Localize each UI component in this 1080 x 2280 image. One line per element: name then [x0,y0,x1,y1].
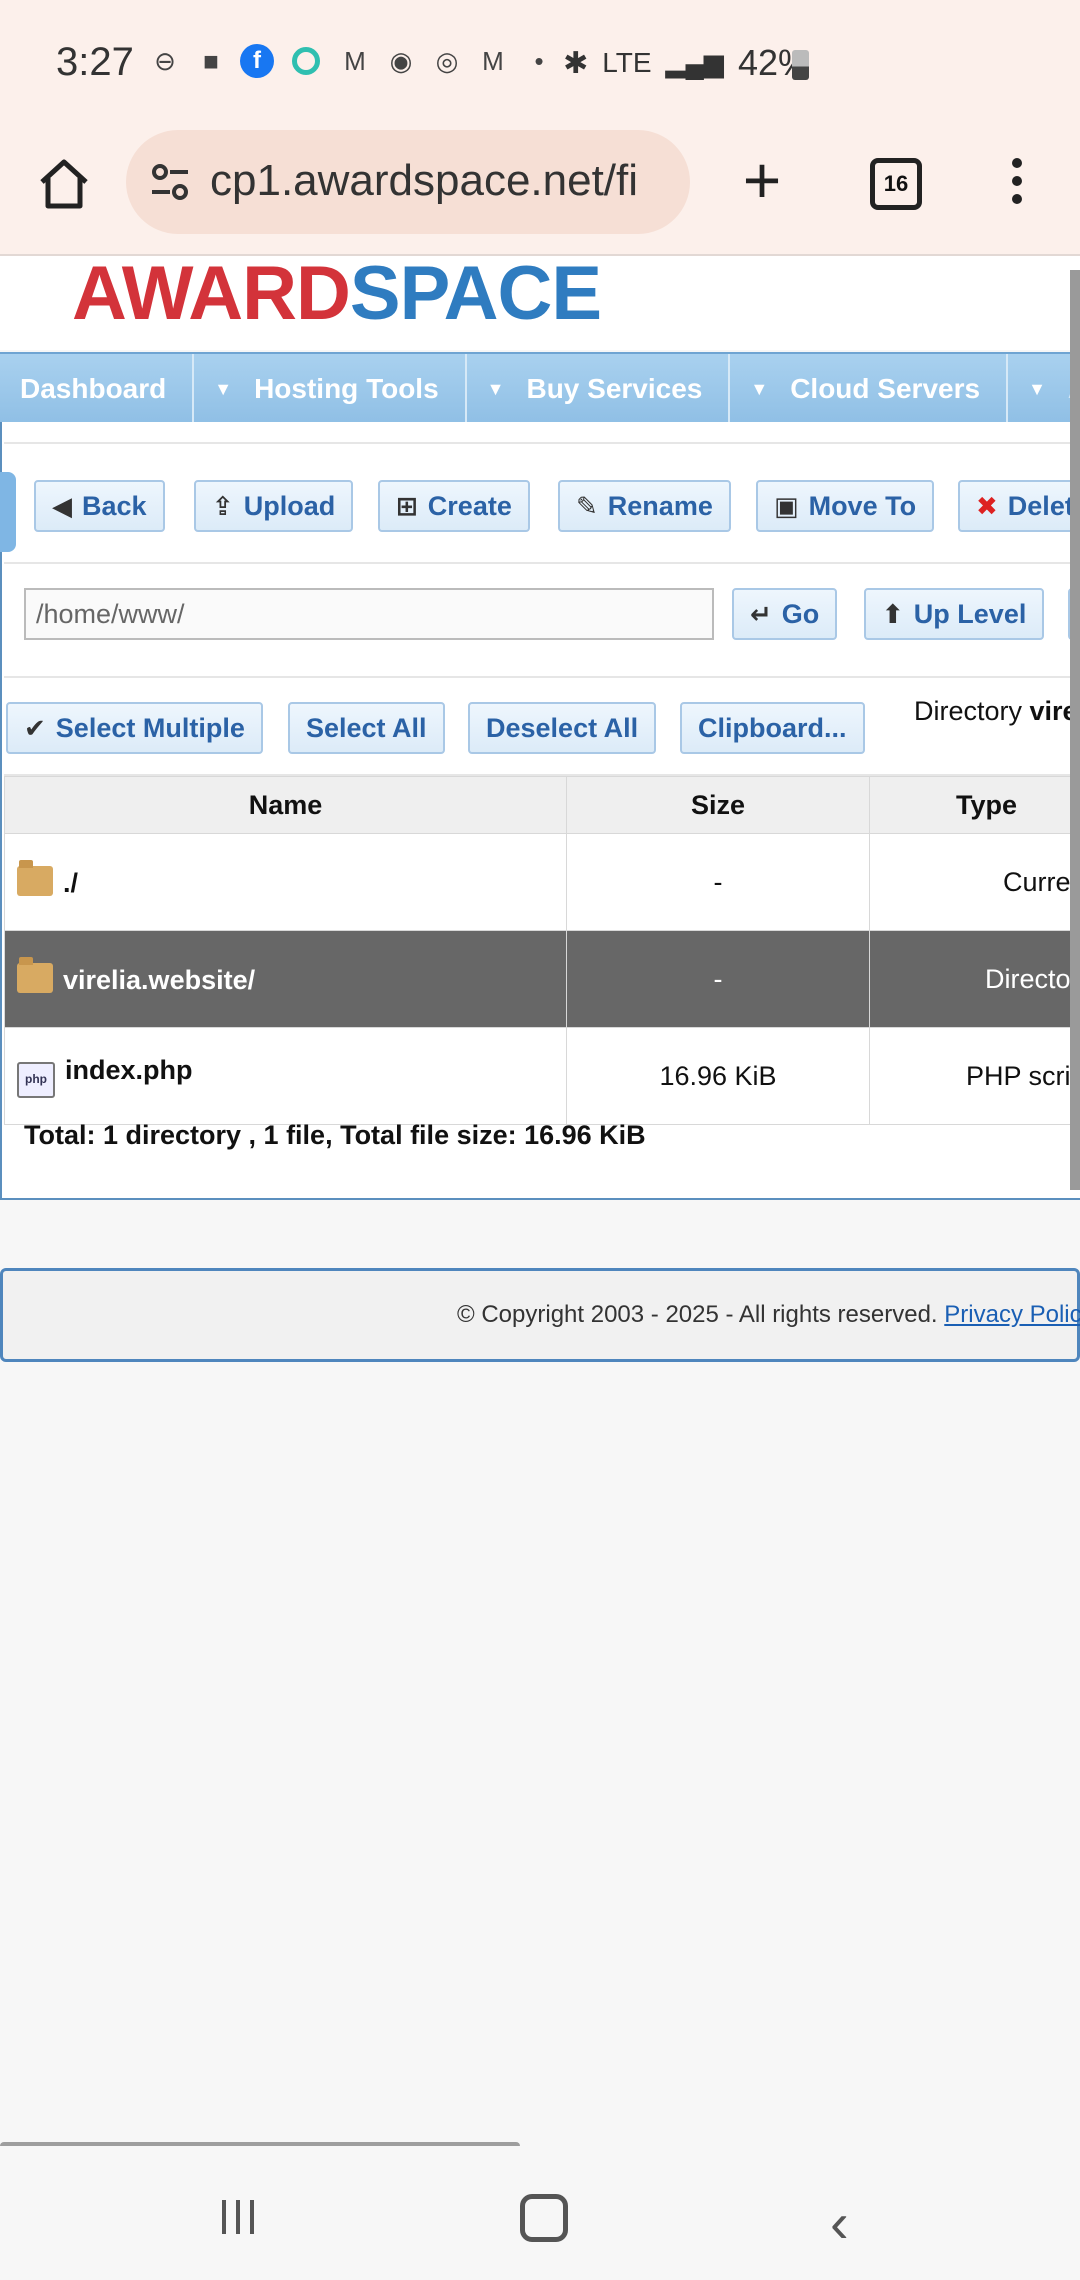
file-name[interactable]: ./ [63,868,78,898]
go-button[interactable]: ↵ Go [732,588,838,640]
table-row[interactable]: ./ - Current [4,833,1080,931]
delete-button[interactable]: ✖Delete [958,480,1080,532]
select-all-button[interactable]: Select All [288,702,445,754]
nav-dashboard[interactable]: Dashboard [0,354,195,424]
path-input[interactable] [24,588,714,640]
nav-buy-services[interactable]: ▼ Buy Services [467,354,731,424]
create-icon: ⊞ [396,490,418,521]
rename-button[interactable]: ✎ Rename [558,480,731,532]
table-row-selected[interactable]: virelia.website/ - Directory [4,930,1080,1028]
divider [4,562,1080,564]
header: AWARDSPACE [0,256,1080,350]
dropdown-arrow-icon: ▼ [214,378,233,399]
ring-icon [292,47,320,75]
system-nav-bar: ‹ [0,2150,1080,2280]
php-file-icon: php [17,1061,55,1098]
home-nav-icon[interactable] [520,2194,568,2242]
nav-cloud-servers[interactable]: ▼ Cloud Servers [730,354,1009,424]
network-label: LTE [602,47,652,78]
move-to-button[interactable]: ▣ Move To [756,480,935,532]
file-size: - [566,833,870,931]
upload-button[interactable]: ⇪ Upload [194,480,354,532]
instagram-icon: ◎ [435,45,459,76]
privacy-policy-link[interactable]: Privacy Polic [944,1301,1080,1328]
vertical-scrollbar[interactable] [1070,270,1080,1190]
status-time: 3:27 [56,40,134,84]
footer: © Copyright 2003 - 2025 - All rights res… [0,1268,1080,1362]
upload-icon: ⇪ [212,490,234,521]
new-tab-icon[interactable]: + [732,147,792,213]
file-type: Directory [869,930,1080,1028]
notification-icons: ⊖ ■ f M ◉ ◎ M • [148,44,556,78]
gmail-icon: M [344,45,366,76]
back-nav-icon[interactable]: ‹ [830,2190,849,2255]
file-name[interactable]: virelia.website/ [63,965,255,995]
awardspace-logo[interactable]: AWARDSPACE [72,256,602,337]
web-content: AWARDSPACE Dashboard ▼ Hosting Tools ▼ B… [0,256,1080,2146]
clipboard-button[interactable]: Clipboard... [680,702,865,754]
divider [4,676,1080,678]
delete-icon: ✖ [976,490,998,521]
recents-icon[interactable] [222,2200,262,2234]
app-icon: ◉ [389,45,413,76]
table-header-row: Name Size Type [4,776,1080,834]
file-type: PHP script [869,1027,1080,1125]
url-text[interactable]: cp1.awardspace.net/fi [210,156,680,206]
chat-icon: ■ [203,45,219,76]
copyright-text: © Copyright 2003 - 2025 - All rights res… [457,1301,1080,1328]
dot-icon: • [534,45,544,76]
deselect-all-button[interactable]: Deselect All [468,702,657,754]
bluetooth-icon: ✱ [563,46,589,80]
file-size: 16.96 KiB [566,1027,870,1125]
back-button[interactable]: ◀ Back [34,480,165,532]
rename-icon: ✎ [576,490,598,521]
dropdown-arrow-icon: ▼ [486,378,505,399]
gmail-icon: M [482,45,504,76]
dropdown-arrow-icon: ▼ [1028,378,1046,399]
main-nav: Dashboard ▼ Hosting Tools ▼ Buy Services… [0,352,1080,426]
create-button[interactable]: ⊞ Create [378,480,530,532]
folder-icon [17,859,53,896]
column-header-name[interactable]: Name [4,776,567,834]
select-multiple-button[interactable]: ✔ Select Multiple [6,702,263,754]
enter-arrow-icon: ↵ [750,598,772,629]
divider [4,442,1080,444]
more-menu-icon[interactable] [1000,150,1034,220]
status-bar: 3:27 ⊖ ■ f M ◉ ◎ M • ✱ LTE ▂▄▆ 42% [0,0,1080,130]
dropdown-arrow-icon: ▼ [750,378,769,399]
up-level-button[interactable]: ⬆ Up Level [864,588,1045,640]
back-arrow-icon: ◀ [52,490,72,521]
signal-icon: ▂▄▆ [665,47,724,78]
status-right: ✱ LTE ▂▄▆ 42% [563,42,810,84]
sidebar-toggle[interactable] [0,472,16,552]
file-size: - [566,930,870,1028]
horizontal-scrollbar[interactable] [0,2142,520,2146]
browser-toolbar: cp1.awardspace.net/fi + 16 [0,130,1080,256]
column-header-size[interactable]: Size [566,776,870,834]
current-directory-label: Directory virel [914,696,1080,726]
nav-hosting-tools[interactable]: ▼ Hosting Tools [194,354,467,424]
table-row[interactable]: php index.php 16.96 KiB PHP script [4,1027,1080,1125]
move-icon: ▣ [774,490,799,521]
file-table: Name Size Type ./ - Current virelia.webs… [4,776,1080,1125]
checkmark-icon: ✔ [24,712,46,743]
file-type: Current [869,833,1080,931]
tab-switcher-button[interactable]: 16 [870,158,922,210]
column-header-type[interactable]: Type [869,776,1080,834]
address-bar[interactable]: cp1.awardspace.net/fi [126,130,690,234]
file-name[interactable]: index.php [65,1055,193,1085]
do-not-disturb-icon: ⊖ [154,45,176,76]
site-settings-icon[interactable] [148,160,192,204]
facebook-icon: f [240,44,274,78]
up-arrow-icon: ⬆ [882,598,904,629]
battery-icon [792,50,809,80]
home-icon[interactable] [34,154,94,214]
folder-icon [17,956,53,993]
total-summary: Total: 1 directory , 1 file, Total file … [24,1120,646,1150]
